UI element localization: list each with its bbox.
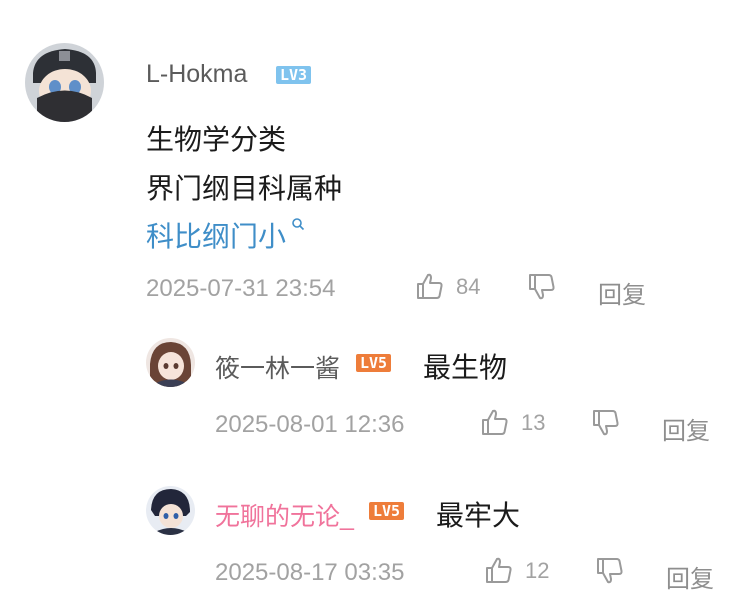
timestamp: 2025-08-01 12:36 — [215, 411, 405, 438]
like-icon[interactable] — [484, 555, 514, 585]
username[interactable]: L-Hokma — [146, 60, 247, 89]
username[interactable]: 无聊的无论_ — [215, 497, 354, 533]
level-badge: LV5 — [356, 354, 392, 372]
reply-button[interactable]: 回复 — [662, 411, 710, 446]
reply-text: 最生物 — [423, 352, 508, 383]
search-icon — [291, 217, 305, 231]
avatar[interactable] — [146, 338, 195, 387]
level-badge: LV3 — [276, 66, 312, 84]
reply-button[interactable]: 回复 — [598, 275, 646, 310]
level-badge: LV5 — [369, 502, 405, 520]
search-link[interactable]: 科比纲门小 — [146, 215, 305, 255]
username[interactable]: 筱一林一酱 — [215, 349, 340, 385]
like-icon[interactable] — [480, 407, 510, 437]
like-count: 84 — [456, 274, 481, 299]
like-icon[interactable] — [415, 271, 445, 301]
reply-button[interactable]: 回复 — [666, 559, 714, 594]
timestamp: 2025-08-17 03:35 — [215, 559, 405, 586]
search-link-text[interactable]: 科比纲门小 — [146, 221, 286, 252]
avatar[interactable] — [25, 43, 104, 122]
dislike-icon[interactable] — [595, 556, 625, 586]
dislike-icon[interactable] — [591, 408, 621, 438]
comment-line: 界门纲目科属种 — [146, 173, 343, 204]
reply-text: 最牢大 — [436, 500, 521, 531]
timestamp: 2025-07-31 23:54 — [146, 275, 336, 302]
comment-line: 生物学分类 — [146, 124, 287, 155]
avatar[interactable] — [146, 486, 195, 535]
dislike-icon[interactable] — [527, 272, 557, 302]
like-count: 12 — [525, 558, 550, 583]
like-count: 13 — [521, 410, 546, 435]
